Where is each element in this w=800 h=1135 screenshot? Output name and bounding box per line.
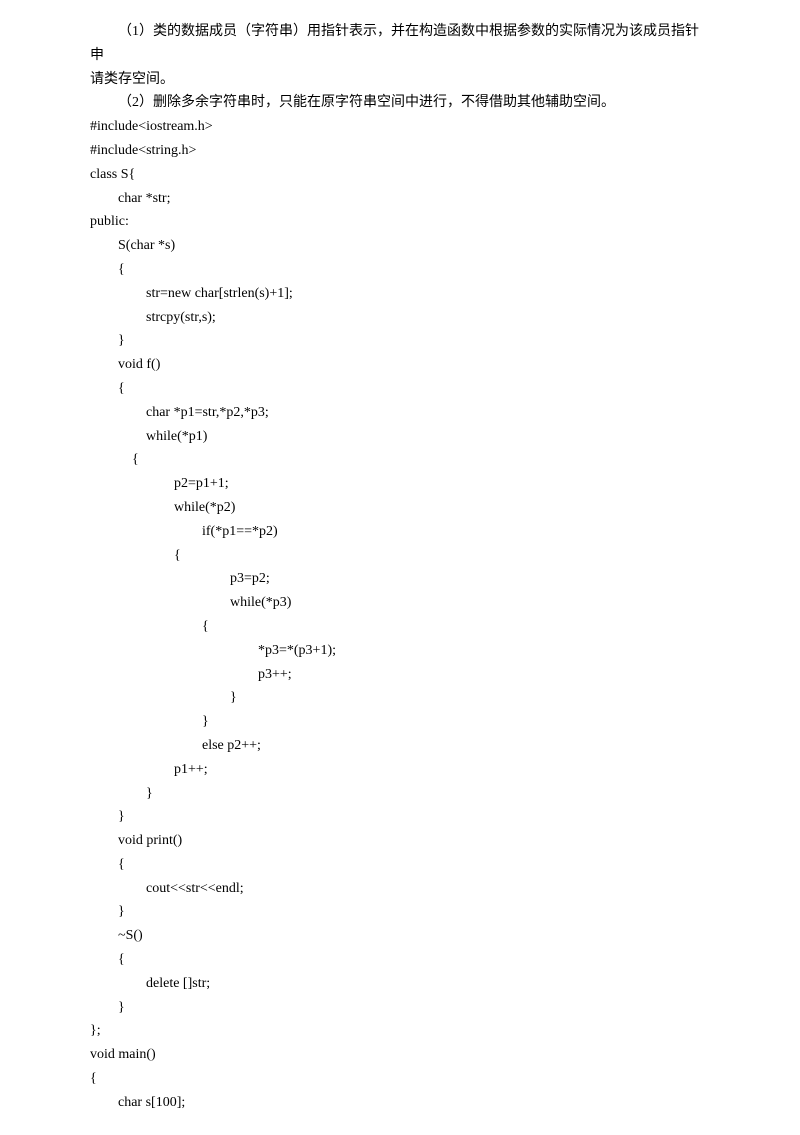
line-27: } — [90, 686, 710, 710]
line-34: { — [90, 853, 710, 877]
line-41: }; — [90, 1019, 710, 1043]
line-36: } — [90, 900, 710, 924]
line-38: { — [90, 948, 710, 972]
line-16: while(*p1) — [90, 425, 710, 449]
line-24: { — [90, 615, 710, 639]
line-13: void f() — [90, 353, 710, 377]
line-6: char *str; — [90, 187, 710, 211]
line-42: void main() — [90, 1043, 710, 1067]
document-page: （1）类的数据成员（字符串）用指针表示，并在构造函数中根据参数的实际情况为该成员… — [0, 0, 800, 1135]
line-12: } — [90, 329, 710, 353]
line-14: { — [90, 377, 710, 401]
line-17: { — [90, 448, 710, 472]
line-30: p1++; — [90, 758, 710, 782]
line-22: p3=p2; — [90, 567, 710, 591]
line-31: } — [90, 782, 710, 806]
line-7: public: — [90, 210, 710, 234]
line-20: if(*p1==*p2) — [90, 520, 710, 544]
line-3: #include<iostream.h> — [90, 115, 710, 139]
line-2: （2）删除多余字符串时，只能在原字符串空间中进行，不得借助其他辅助空间。 — [90, 91, 710, 115]
line-28: } — [90, 710, 710, 734]
line-33: void print() — [90, 829, 710, 853]
line-44: char s[100]; — [90, 1091, 710, 1115]
line-5: class S{ — [90, 163, 710, 187]
line-35: cout<<str<<endl; — [90, 877, 710, 901]
line-15: char *p1=str,*p2,*p3; — [90, 401, 710, 425]
line-25: *p3=*(p3+1); — [90, 639, 710, 663]
line-21: { — [90, 544, 710, 568]
line-9: { — [90, 258, 710, 282]
line-26: p3++; — [90, 663, 710, 687]
line-40: } — [90, 996, 710, 1020]
line-39: delete []str; — [90, 972, 710, 996]
line-4: #include<string.h> — [90, 139, 710, 163]
line-10: str=new char[strlen(s)+1]; — [90, 282, 710, 306]
line-19: while(*p2) — [90, 496, 710, 520]
line-1: 请类存空间。 — [90, 68, 710, 92]
line-11: strcpy(str,s); — [90, 306, 710, 330]
line-29: else p2++; — [90, 734, 710, 758]
line-0: （1）类的数据成员（字符串）用指针表示，并在构造函数中根据参数的实际情况为该成员… — [90, 20, 710, 68]
line-43: { — [90, 1067, 710, 1091]
line-23: while(*p3) — [90, 591, 710, 615]
line-18: p2=p1+1; — [90, 472, 710, 496]
line-8: S(char *s) — [90, 234, 710, 258]
line-37: ~S() — [90, 924, 710, 948]
line-32: } — [90, 805, 710, 829]
